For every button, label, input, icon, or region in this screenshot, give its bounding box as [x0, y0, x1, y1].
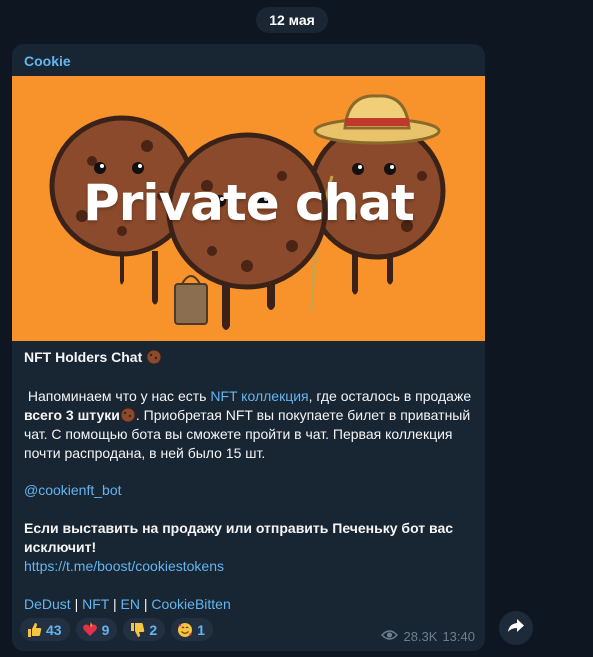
boost-link[interactable]: https://t.me/boost/cookiestokens	[24, 557, 476, 576]
post-paragraph: Напоминаем что у нас есть NFT коллекция,…	[24, 388, 472, 461]
nft-link[interactable]: NFT	[82, 596, 109, 612]
cookiebitten-link[interactable]: CookieBitten	[151, 596, 230, 612]
smiling-face-with-hearts-icon	[177, 622, 193, 638]
reaction-thumbs-down[interactable]: 2	[123, 618, 166, 641]
warning-text: Если выставить на продажу или отправить …	[24, 520, 454, 555]
date-separator: 12 мая	[256, 7, 328, 33]
forward-arrow-icon	[508, 618, 524, 638]
reaction-heart-on-fire[interactable]: 9	[75, 618, 118, 641]
banner-title: Private chat	[83, 174, 415, 232]
thumbs-down-icon	[129, 622, 145, 638]
reactions-bar: 43 9 2 1	[20, 618, 213, 641]
cookie-icon	[120, 407, 136, 423]
nft-collection-link[interactable]: NFT коллекция	[210, 388, 308, 404]
message-meta: 28.3K 13:40	[381, 629, 475, 644]
cookie-icon	[146, 349, 162, 365]
post-image[interactable]: Private chat	[12, 76, 485, 341]
view-count: 28.3K	[403, 629, 438, 644]
dedust-link[interactable]: DeDust	[24, 596, 71, 612]
reaction-smiling-face-with-hearts[interactable]: 1	[171, 618, 213, 641]
heart-on-fire-icon	[82, 621, 98, 638]
en-link[interactable]: EN	[121, 596, 140, 612]
eye-icon	[381, 629, 399, 644]
middle-cookie	[166, 132, 328, 330]
channel-name[interactable]: Cookie	[24, 53, 71, 69]
post-heading: NFT Holders Chat	[24, 348, 476, 367]
message-time: 13:40	[442, 629, 475, 644]
reaction-thumbs-up[interactable]: 43	[20, 618, 70, 641]
channel-post: Cookie Private chat NFT Holders Chat Нап…	[12, 44, 485, 651]
thumbs-up-icon	[26, 622, 42, 638]
footer-links: DeDust | NFT | EN | CookieBitten	[24, 596, 231, 612]
forward-button[interactable]	[499, 611, 533, 645]
bot-link[interactable]: @cookienft_bot	[24, 481, 476, 500]
